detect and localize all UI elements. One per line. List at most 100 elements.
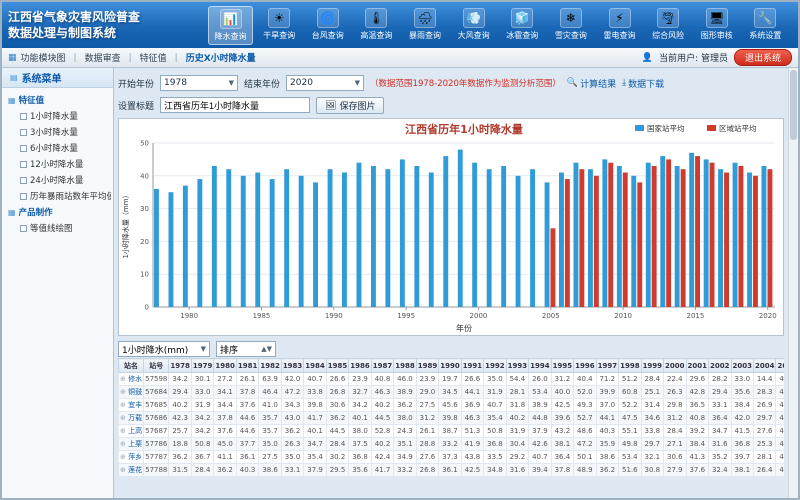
bar-national[interactable] [429, 173, 434, 308]
station-name-cell[interactable]: ⊕ 上高 [119, 425, 144, 438]
bar-national[interactable] [183, 186, 188, 307]
bar-national[interactable] [617, 166, 622, 307]
bar-regional[interactable] [565, 179, 570, 307]
station-name-cell[interactable]: ⊕ 上栗 [119, 438, 144, 451]
checkbox-icon[interactable] [20, 145, 27, 152]
breadcrumb-item-功能模块图[interactable]: 功能模块图 [17, 50, 70, 65]
table-row[interactable]: ⊕ 上栗5778618.850.845.037.735.026.334.728.… [119, 438, 785, 451]
station-name-cell[interactable]: ⊕ 铜鼓 [119, 386, 144, 399]
sidebar-item-6小时降水量[interactable]: 6小时降水量 [4, 140, 111, 156]
bar-national[interactable] [689, 153, 694, 307]
col-header-year[interactable]: 1987 [371, 359, 393, 373]
toolbar-item-干旱查询[interactable]: ☀干旱查询 [257, 6, 302, 45]
toolbar-item-台风查询[interactable]: 🌀台风查询 [305, 6, 350, 45]
col-header-year[interactable]: 1996 [574, 359, 596, 373]
checkbox-icon[interactable] [20, 225, 27, 232]
col-header-year[interactable]: 1993 [506, 359, 528, 373]
bar-national[interactable] [545, 182, 550, 307]
expand-icon[interactable]: ⊕ [120, 440, 126, 448]
col-header-year[interactable]: 2000 [664, 359, 686, 373]
col-header-station[interactable]: 站名 [119, 359, 144, 373]
toolbar-item-高温查询[interactable]: 🌡高温查询 [354, 6, 399, 45]
bar-regional[interactable] [739, 166, 744, 307]
col-header-year[interactable]: 1983 [281, 359, 303, 373]
sidebar-item-24小时降水量[interactable]: 24小时降水量 [4, 172, 111, 188]
col-header-year[interactable]: 1994 [529, 359, 551, 373]
col-header-year[interactable]: 1984 [304, 359, 326, 373]
sidebar-item-等值线绘图[interactable]: 等值线绘图 [4, 220, 111, 236]
bar-national[interactable] [487, 169, 492, 307]
start-year-select[interactable]: 1978 ▼ [160, 75, 238, 91]
col-header-year[interactable]: 1979 [191, 359, 213, 373]
bar-national[interactable] [270, 179, 275, 307]
bar-national[interactable] [747, 173, 752, 308]
bar-national[interactable] [357, 163, 362, 307]
bar-national[interactable] [501, 166, 506, 307]
bar-national[interactable] [516, 176, 521, 307]
expand-icon[interactable]: ⊕ [120, 466, 126, 474]
bar-national[interactable] [646, 163, 651, 307]
bar-national[interactable] [704, 159, 709, 307]
col-header-year[interactable]: 1989 [416, 359, 438, 373]
checkbox-icon[interactable] [20, 193, 27, 200]
breadcrumb-item-特征值[interactable]: 特征值 [136, 50, 171, 65]
col-header-year[interactable]: 1995 [551, 359, 573, 373]
table-row[interactable]: ⊕ 萍乡5778736.236.741.136.127.535.035.430.… [119, 451, 785, 464]
bar-regional[interactable] [681, 169, 686, 307]
bar-national[interactable] [212, 166, 217, 307]
bar-national[interactable] [169, 192, 174, 307]
vertical-scrollbar[interactable] [788, 68, 798, 498]
scrollbar-thumb[interactable] [790, 70, 797, 140]
bar-regional[interactable] [637, 182, 642, 307]
toolbar-item-降水查询[interactable]: 📊降水查询 [208, 6, 253, 45]
col-header-id[interactable]: 站号 [144, 359, 169, 373]
bar-regional[interactable] [768, 169, 773, 307]
station-name-cell[interactable]: ⊕ 修水 [119, 373, 144, 386]
col-header-year[interactable]: 2002 [709, 359, 731, 373]
data-download-link[interactable]: ⤓ 数据下载 [622, 77, 664, 90]
bar-national[interactable] [328, 169, 333, 307]
toolbar-item-综合风险[interactable]: 🌪综合风险 [646, 6, 691, 45]
col-header-year[interactable]: 1997 [596, 359, 618, 373]
station-name-cell[interactable]: ⊕ 莲花 [119, 464, 144, 477]
sidebar-item-产品制作[interactable]: ▦产品制作 [4, 204, 111, 220]
bar-regional[interactable] [724, 173, 729, 308]
exit-system-button[interactable]: 退出系统 [734, 49, 792, 66]
bar-national[interactable] [400, 159, 405, 307]
bar-national[interactable] [559, 173, 564, 308]
col-header-year[interactable]: 1981 [236, 359, 258, 373]
bar-national[interactable] [733, 163, 738, 307]
expand-icon[interactable]: ⊕ [120, 401, 126, 409]
col-header-year[interactable]: 1999 [641, 359, 663, 373]
bar-regional[interactable] [695, 156, 700, 307]
end-year-select[interactable]: 2020 ▼ [286, 75, 364, 91]
checkbox-icon[interactable] [20, 177, 27, 184]
calc-result-link[interactable]: 🔍 计算结果 [567, 77, 616, 90]
table-row[interactable]: ⊕ 修水5759834.230.127.226.163.942.040.726.… [119, 373, 785, 386]
toolbar-item-暴雨查询[interactable]: 🌧暴雨查询 [403, 6, 448, 45]
table-row[interactable]: ⊕ 万载5768642.334.237.844.635.743.041.736.… [119, 412, 785, 425]
station-name-cell[interactable]: ⊕ 萍乡 [119, 451, 144, 464]
bar-national[interactable] [675, 166, 680, 307]
checkbox-icon[interactable] [20, 161, 27, 168]
sidebar-item-12小时降水量[interactable]: 12小时降水量 [4, 156, 111, 172]
bar-regional[interactable] [666, 159, 671, 307]
bar-regional[interactable] [710, 163, 715, 307]
col-header-year[interactable]: 1980 [214, 359, 236, 373]
bar-national[interactable] [574, 163, 579, 307]
sidebar-item-特征值[interactable]: ▦特征值 [4, 92, 111, 108]
col-header-year[interactable]: 2001 [686, 359, 708, 373]
breadcrumb-item-数据审查[interactable]: 数据审查 [81, 50, 125, 65]
toolbar-item-图形审核[interactable]: 🖥图形审核 [694, 6, 739, 45]
bar-regional[interactable] [753, 176, 758, 307]
toolbar-item-大风查询[interactable]: 💨大风查询 [451, 6, 496, 45]
toolbar-item-雪灾查询[interactable]: ❄雪灾查询 [548, 6, 593, 45]
sort-select[interactable]: 排序 ▲▼ [216, 341, 276, 357]
sidebar-item-3小时降水量[interactable]: 3小时降水量 [4, 124, 111, 140]
col-header-year[interactable]: 1982 [259, 359, 281, 373]
station-name-cell[interactable]: ⊕ 万载 [119, 412, 144, 425]
table-row[interactable]: ⊕ 铜鼓5768429.433.034.137.846.447.233.826.… [119, 386, 785, 399]
bar-national[interactable] [313, 182, 318, 307]
bar-national[interactable] [530, 169, 535, 307]
bar-national[interactable] [255, 173, 260, 308]
